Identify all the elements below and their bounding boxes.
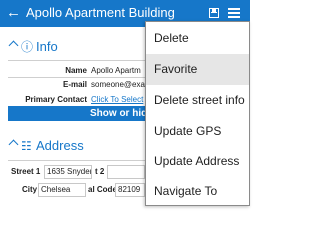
city-field[interactable]: Chelsea bbox=[38, 183, 86, 197]
street2-field[interactable] bbox=[107, 165, 145, 179]
name-label: Name bbox=[65, 66, 87, 75]
menu-item-delete[interactable]: Delete bbox=[146, 23, 249, 54]
street1-field[interactable]: 1635 Snyder A bbox=[44, 165, 92, 179]
primary-contact-label: Primary Contact bbox=[25, 95, 87, 104]
postal-code-field[interactable]: 82109 bbox=[115, 183, 145, 197]
street2-label: t 2 bbox=[95, 167, 105, 176]
overflow-menu: Delete Favorite Delete street info Updat… bbox=[145, 21, 250, 206]
address-icon: ☷ bbox=[21, 139, 32, 153]
info-section-label: Info bbox=[36, 39, 58, 54]
menu-item-delete-street-info[interactable]: Delete street info bbox=[146, 85, 249, 116]
menu-item-update-gps[interactable]: Update GPS bbox=[146, 116, 249, 147]
chevron-up-icon bbox=[8, 139, 19, 150]
menu-item-navigate-to[interactable]: Navigate To bbox=[146, 176, 249, 207]
menu-item-favorite[interactable]: Favorite bbox=[146, 54, 249, 85]
primary-contact-link[interactable]: Click To Select bbox=[91, 93, 145, 106]
address-section-header[interactable]: ☷ Address bbox=[8, 137, 130, 155]
hamburger-menu-icon[interactable] bbox=[228, 8, 240, 18]
show-hide-label: Show or hide bbox=[90, 108, 153, 119]
info-section-header[interactable]: ⓘ Info bbox=[8, 38, 130, 56]
street1-label: Street 1 bbox=[11, 167, 41, 176]
postal-code-label: al Code bbox=[88, 185, 117, 194]
address-section-label: Address bbox=[36, 138, 84, 153]
email-field[interactable]: someone@exam bbox=[91, 78, 145, 91]
back-arrow-icon[interactable]: ← bbox=[6, 3, 21, 23]
menu-item-update-address[interactable]: Update Address bbox=[146, 146, 249, 177]
page-title: Apollo Apartment Building bbox=[26, 5, 175, 20]
chevron-up-icon bbox=[8, 40, 19, 51]
name-field[interactable]: Apollo Apartm bbox=[91, 64, 145, 77]
save-icon[interactable] bbox=[209, 8, 219, 18]
email-label: E-mail bbox=[62, 80, 87, 89]
info-icon: ⓘ bbox=[21, 40, 34, 54]
city-label: City bbox=[22, 185, 38, 194]
